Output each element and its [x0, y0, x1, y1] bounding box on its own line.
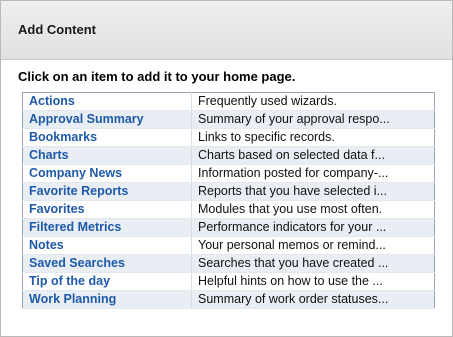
- table-row[interactable]: Company News Information posted for comp…: [22, 164, 435, 183]
- item-name-link[interactable]: Approval Summary: [22, 110, 192, 129]
- table-row[interactable]: Approval Summary Summary of your approva…: [22, 110, 435, 129]
- instruction-text: Click on an item to add it to your home …: [18, 69, 296, 84]
- item-description: Searches that you have created ...: [191, 254, 435, 273]
- item-name-link[interactable]: Favorite Reports: [22, 182, 192, 201]
- item-description: Links to specific records.: [191, 128, 435, 147]
- table-row[interactable]: Saved Searches Searches that you have cr…: [22, 254, 435, 273]
- table-row[interactable]: Filtered Metrics Performance indicators …: [22, 218, 435, 237]
- item-name-link[interactable]: Work Planning: [22, 290, 192, 309]
- item-name-link[interactable]: Charts: [22, 146, 192, 165]
- table-row[interactable]: Notes Your personal memos or remind...: [22, 236, 435, 255]
- item-description: Performance indicators for your ...: [191, 218, 435, 237]
- panel-title: Add Content: [18, 22, 96, 37]
- item-name-link[interactable]: Saved Searches: [22, 254, 192, 273]
- item-name-link[interactable]: Bookmarks: [22, 128, 192, 147]
- item-description: Helpful hints on how to use the ...: [191, 272, 435, 291]
- item-description: Information posted for company-...: [191, 164, 435, 183]
- item-description: Charts based on selected data f...: [191, 146, 435, 165]
- content-items-table: Actions Frequently used wizards. Approva…: [22, 92, 435, 309]
- item-description: Frequently used wizards.: [191, 92, 435, 111]
- table-row[interactable]: Actions Frequently used wizards.: [22, 92, 435, 111]
- item-description: Reports that you have selected i...: [191, 182, 435, 201]
- item-description: Your personal memos or remind...: [191, 236, 435, 255]
- item-name-link[interactable]: Favorites: [22, 200, 192, 219]
- table-row[interactable]: Tip of the day Helpful hints on how to u…: [22, 272, 435, 291]
- item-description: Summary of work order statuses...: [191, 290, 435, 309]
- item-name-link[interactable]: Filtered Metrics: [22, 218, 192, 237]
- item-description: Modules that you use most often.: [191, 200, 435, 219]
- item-name-link[interactable]: Company News: [22, 164, 192, 183]
- item-name-link[interactable]: Notes: [22, 236, 192, 255]
- table-row[interactable]: Charts Charts based on selected data f..…: [22, 146, 435, 165]
- table-row[interactable]: Favorites Modules that you use most ofte…: [22, 200, 435, 219]
- panel-header: Add Content: [1, 1, 452, 60]
- table-row[interactable]: Favorite Reports Reports that you have s…: [22, 182, 435, 201]
- item-name-link[interactable]: Tip of the day: [22, 272, 192, 291]
- table-row[interactable]: Bookmarks Links to specific records.: [22, 128, 435, 147]
- item-description: Summary of your approval respo...: [191, 110, 435, 129]
- add-content-panel: Add Content Click on an item to add it t…: [0, 0, 453, 337]
- item-name-link[interactable]: Actions: [22, 92, 192, 111]
- table-row[interactable]: Work Planning Summary of work order stat…: [22, 290, 435, 309]
